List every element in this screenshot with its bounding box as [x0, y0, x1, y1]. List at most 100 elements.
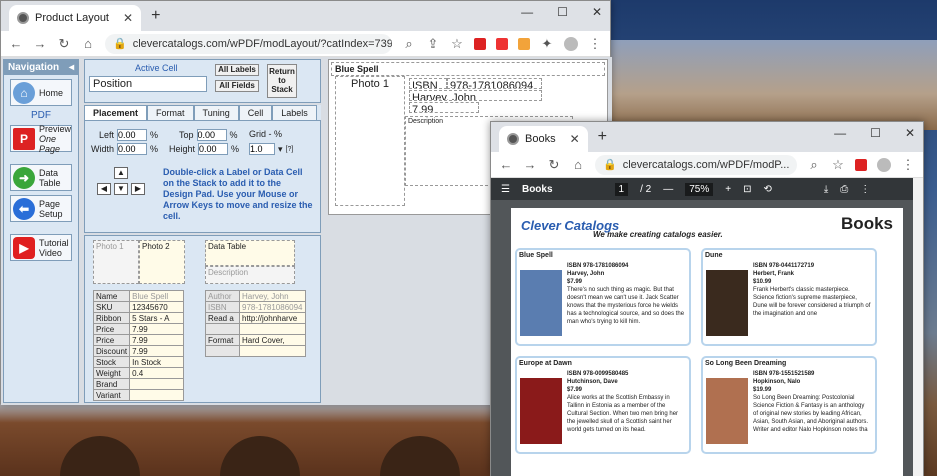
stack-data-table[interactable]: Data Table: [205, 240, 295, 266]
stack-label-cell[interactable]: Brand: [92, 378, 131, 390]
preview-button[interactable]: P Preview One Page: [10, 124, 72, 154]
profile-avatar[interactable]: [877, 157, 891, 172]
stack-value-cell[interactable]: 7.99: [129, 345, 185, 357]
new-tab-icon[interactable]: +: [598, 128, 607, 146]
close-tab-icon[interactable]: ✕: [123, 11, 133, 25]
tab-cell[interactable]: Cell: [238, 105, 273, 120]
zoom-icon[interactable]: ⌕: [807, 157, 821, 173]
stack-label-cell[interactable]: Discount: [92, 345, 131, 357]
browser-tab[interactable]: Product Layout ✕: [9, 5, 142, 31]
data-table-button[interactable]: ➜ Data Table: [10, 164, 72, 191]
design-price-cell[interactable]: 7.99: [409, 102, 479, 113]
star-icon[interactable]: ☆: [831, 157, 845, 173]
tab-labels[interactable]: Labels: [272, 105, 317, 120]
stack-label-cell[interactable]: Read a: [205, 312, 240, 324]
reload-icon[interactable]: ↻: [57, 36, 71, 52]
star-icon[interactable]: ☆: [450, 36, 464, 52]
stack-label-cell[interactable]: Variant: [92, 389, 131, 401]
more-icon[interactable]: ⋮: [860, 184, 870, 195]
page-number-input[interactable]: 1: [614, 182, 629, 196]
close-window-icon[interactable]: ✕: [592, 5, 602, 19]
menu-icon[interactable]: ⋮: [588, 36, 602, 52]
home-button[interactable]: ⌂ Home: [10, 79, 72, 106]
stack-label-cell[interactable]: [205, 323, 240, 335]
stack-value-cell[interactable]: 978-1781086094: [239, 301, 306, 313]
stack-label-cell[interactable]: Price: [92, 323, 131, 335]
extensions-icon[interactable]: ✦: [540, 36, 554, 52]
active-cell-input[interactable]: Position: [89, 76, 207, 92]
stack-label-cell[interactable]: [205, 345, 240, 357]
stack-value-cell[interactable]: 7.99: [129, 323, 185, 335]
design-isbn-cell[interactable]: 978-1781086094: [447, 78, 542, 89]
stack-photo-1[interactable]: Photo 1: [93, 240, 139, 284]
arrow-up-icon[interactable]: ▲: [114, 167, 128, 179]
rotate-icon[interactable]: ⟲: [763, 184, 771, 195]
grid-select[interactable]: [249, 143, 275, 155]
height-input[interactable]: [198, 143, 229, 155]
profile-avatar[interactable]: [564, 36, 578, 51]
stack-value-cell[interactable]: Blue Spell: [129, 290, 185, 302]
help-link[interactable]: [?]: [286, 146, 294, 153]
width-input[interactable]: [117, 143, 148, 155]
youtube-ext-icon[interactable]: [496, 37, 508, 50]
browser-tab-books[interactable]: Books ✕: [499, 126, 588, 152]
return-to-stack-button[interactable]: Return to Stack: [267, 64, 297, 98]
tutorial-button[interactable]: ▶ Tutorial Video: [10, 234, 72, 261]
stack-value-cell[interactable]: [239, 345, 306, 357]
reload-icon[interactable]: ↻: [547, 157, 561, 173]
acrobat-ext-icon[interactable]: [474, 37, 486, 50]
top-input[interactable]: [196, 129, 227, 141]
maximize-icon[interactable]: ☐: [557, 5, 568, 19]
edit-ext-icon[interactable]: [518, 37, 530, 50]
left-input[interactable]: [117, 129, 148, 141]
design-author-cell[interactable]: Harvey, John: [409, 90, 542, 101]
close-window-icon[interactable]: ✕: [905, 126, 915, 140]
stack-value-cell[interactable]: Harvey, John: [239, 290, 306, 302]
all-labels-button[interactable]: All Labels: [215, 64, 259, 76]
stack-value-cell[interactable]: Hard Cover,: [239, 334, 306, 346]
tab-format[interactable]: Format: [147, 105, 194, 120]
zoom-icon[interactable]: ⌕: [402, 36, 416, 52]
zoom-out-icon[interactable]: —: [663, 184, 673, 195]
download-icon[interactable]: ⤓: [824, 184, 828, 195]
acrobat-ext-icon[interactable]: [855, 158, 867, 171]
stack-value-cell[interactable]: [129, 378, 185, 390]
fit-page-icon[interactable]: ⊡: [743, 184, 751, 195]
share-icon[interactable]: ⇪: [426, 36, 440, 52]
stack-value-cell[interactable]: [239, 323, 306, 335]
stack-value-cell[interactable]: 7.99: [129, 334, 185, 346]
close-tab-icon[interactable]: ✕: [570, 132, 580, 146]
tab-placement[interactable]: Placement: [84, 105, 148, 120]
stack-label-cell[interactable]: ISBN: [205, 301, 240, 313]
stack-label-cell[interactable]: Stock: [92, 356, 131, 368]
design-isbn-label[interactable]: ISBN: [409, 78, 447, 89]
back-icon[interactable]: ←: [9, 36, 23, 51]
scrollbar[interactable]: [913, 178, 923, 476]
chevron-down-icon[interactable]: ▾: [278, 144, 283, 155]
minimize-icon[interactable]: —: [521, 5, 533, 19]
stack-value-cell[interactable]: http://johnharve: [239, 312, 306, 324]
zoom-in-icon[interactable]: +: [725, 184, 731, 195]
arrow-right-pad-icon[interactable]: ▶: [131, 183, 145, 195]
home-icon[interactable]: ⌂: [81, 36, 95, 51]
tab-tuning[interactable]: Tuning: [193, 105, 239, 120]
stack-label-cell[interactable]: Weight: [92, 367, 131, 379]
stack-label-cell[interactable]: Name: [92, 290, 131, 302]
arrow-down-icon[interactable]: ▼: [114, 183, 128, 195]
menu-icon[interactable]: ⋮: [901, 157, 915, 173]
new-tab-icon[interactable]: +: [151, 7, 160, 25]
home-icon[interactable]: ⌂: [571, 157, 585, 172]
back-icon[interactable]: ←: [499, 157, 513, 172]
print-icon[interactable]: ⎙: [840, 184, 848, 195]
forward-icon[interactable]: →: [33, 36, 47, 51]
stack-label-cell[interactable]: Format: [205, 334, 240, 346]
stack-value-cell[interactable]: In Stock: [129, 356, 185, 368]
stack-label-cell[interactable]: Author: [205, 290, 240, 302]
stack-label-cell[interactable]: Ribbon: [92, 312, 131, 324]
hamburger-icon[interactable]: ☰: [501, 184, 510, 195]
stack-value-cell[interactable]: 5 Stars - A: [129, 312, 185, 324]
zoom-level[interactable]: 75%: [685, 182, 714, 196]
design-title-cell[interactable]: Blue Spell: [331, 62, 605, 76]
url-field[interactable]: 🔒 clevercatalogs.com/wPDF/modLayout/?cat…: [105, 33, 392, 54]
maximize-icon[interactable]: ☐: [870, 126, 881, 140]
